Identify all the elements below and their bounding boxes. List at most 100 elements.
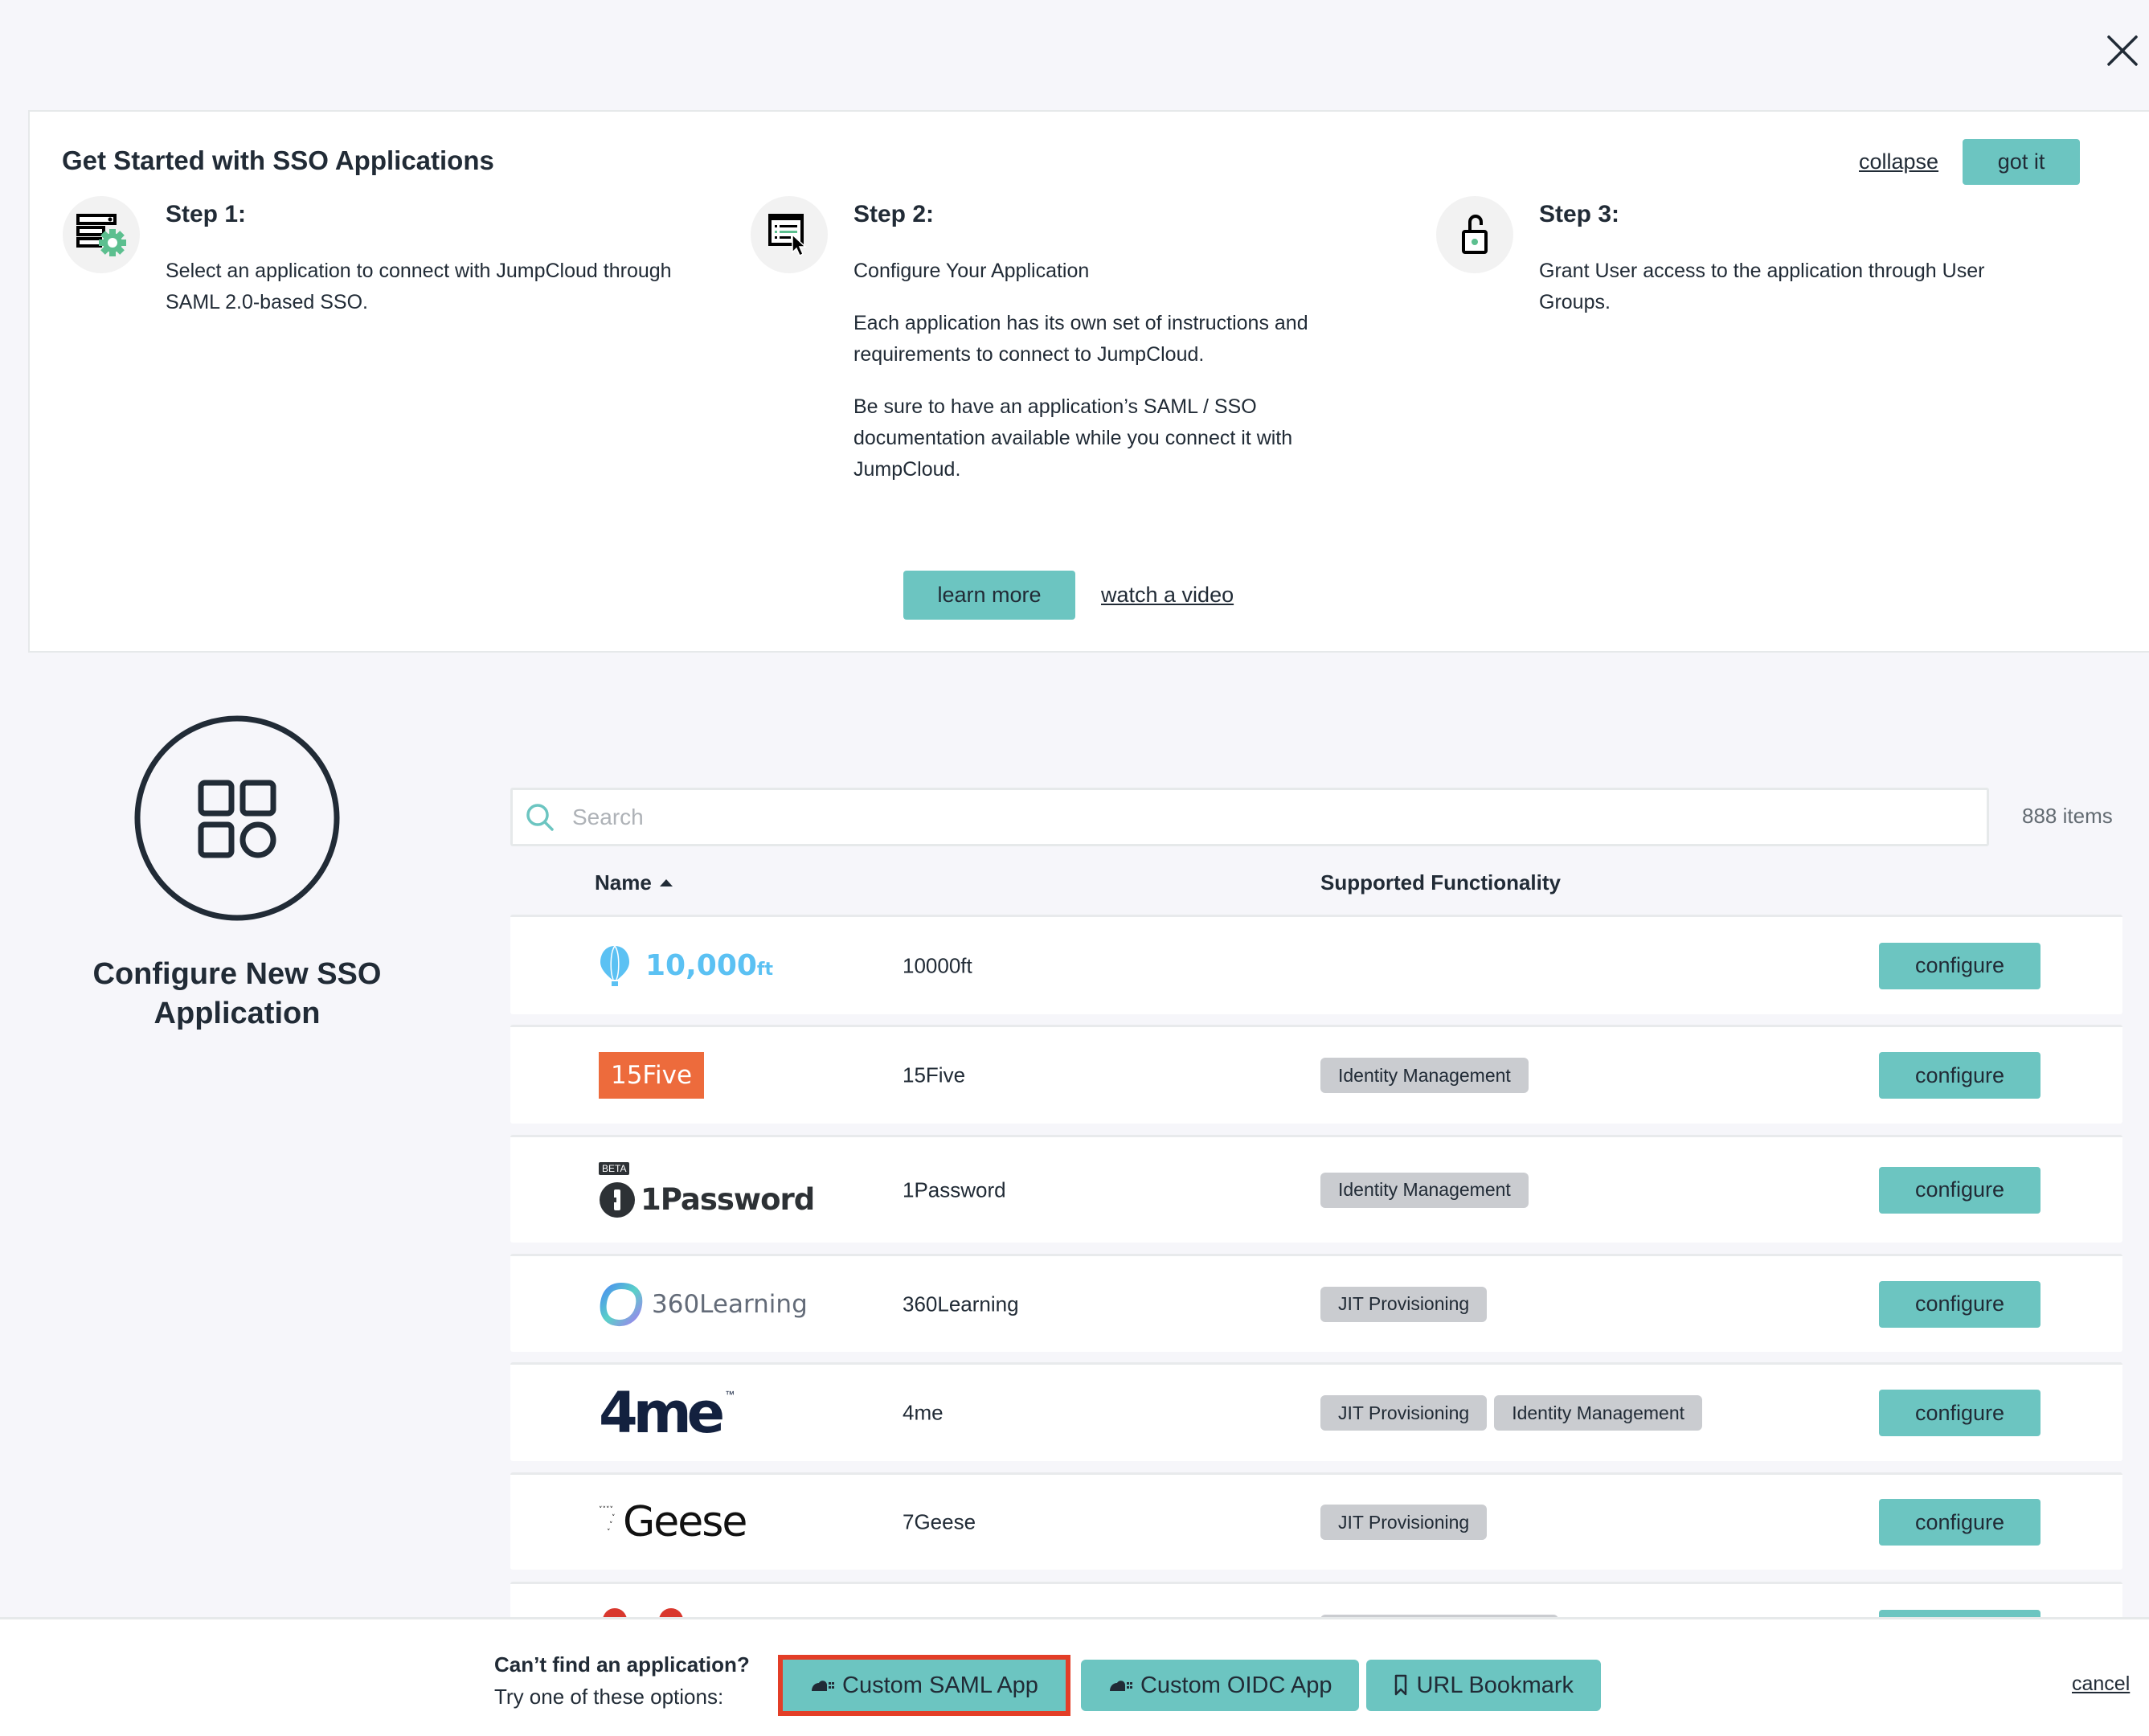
- tag: Identity Management: [1320, 1172, 1529, 1208]
- logo-text: 10,000: [645, 949, 757, 982]
- app-name: 15Five: [903, 1062, 966, 1087]
- app-name: 4me: [903, 1400, 944, 1425]
- button-label: Custom OIDC App: [1140, 1672, 1332, 1698]
- sort-ascending-icon: [659, 879, 673, 886]
- functionality-tags: Identity Management: [1320, 1172, 1529, 1208]
- logo-trademark: ™: [725, 1389, 735, 1400]
- item-count: 888 items: [2022, 804, 2113, 828]
- logo-text: 360Learning: [652, 1289, 808, 1319]
- search-icon: [526, 803, 554, 831]
- app-list: 10,000 ft 10000ft configure 15Five 15Fiv…: [510, 915, 2122, 1617]
- 360learning-ring-icon: [600, 1282, 643, 1326]
- footer-question: Can’t find an application?: [494, 1652, 750, 1677]
- step-paragraph: Select an application to connect with Ju…: [166, 260, 672, 313]
- footer-hint: Try one of these options:: [494, 1685, 724, 1709]
- app-logo-15five: 15Five: [599, 1052, 704, 1099]
- table-row-partial: [510, 1582, 2122, 1617]
- partial-logo-dot: [659, 1608, 683, 1617]
- table-row: 360Learning 360Learning JIT Provisioning…: [510, 1254, 2122, 1352]
- geese-seven-icon: ˅˅˅˅ ˅ ˅ ˅: [599, 1506, 616, 1537]
- step-2-text: Step 2: Configure Your Application Each …: [853, 196, 1376, 485]
- search-input[interactable]: [572, 804, 1987, 830]
- functionality-tags: JIT Provisioning Identity Management: [1320, 1395, 1702, 1431]
- step-3-icon-circle: [1436, 196, 1513, 273]
- partial-logo-dot: [603, 1608, 627, 1617]
- tag: Identity Management: [1494, 1395, 1702, 1431]
- left-panel: Configure New SSO Application: [0, 715, 474, 1034]
- cloud-app-icon: [1109, 1681, 1132, 1691]
- configure-button[interactable]: configure: [1879, 1390, 2041, 1436]
- banner-title: Get Started with SSO Applications: [62, 145, 494, 175]
- app-logo-4me: 4me ™: [599, 1380, 735, 1446]
- configure-button[interactable]: configure: [1879, 1499, 2041, 1546]
- table-row: 15Five 15Five Identity Management config…: [510, 1025, 2122, 1124]
- configure-button[interactable]: [1879, 1610, 2041, 1617]
- footer-buttons: Custom SAML App Custom OIDC App URL Book…: [778, 1655, 1602, 1716]
- banner-actions: collapse got it: [1859, 139, 2081, 185]
- custom-oidc-app-button[interactable]: Custom OIDC App: [1080, 1660, 1360, 1711]
- app-logo-360learning: 360Learning: [599, 1282, 808, 1327]
- functionality-tags: Identity Management: [1320, 1058, 1529, 1093]
- table-row: BETA 1Password 1Password Identity Manage…: [510, 1135, 2122, 1243]
- server-gear-icon: [76, 214, 126, 256]
- step-heading: Step 2:: [853, 201, 935, 227]
- learn-more-button[interactable]: learn more: [903, 571, 1075, 620]
- column-header-functionality: Supported Functionality: [1320, 870, 1561, 895]
- 1password-keyhole-icon: [600, 1181, 635, 1218]
- footer-bar: Can’t find an application? Try one of th…: [0, 1617, 2149, 1736]
- configure-button[interactable]: configure: [1879, 1166, 2041, 1214]
- app-logo-1password: BETA 1Password: [599, 1161, 815, 1218]
- got-it-button[interactable]: got it: [1963, 139, 2081, 185]
- left-panel-title: Configure New SSO Application: [92, 957, 382, 1030]
- functionality-tags: JIT Provisioning: [1320, 1505, 1488, 1540]
- close-button[interactable]: [2104, 32, 2141, 69]
- configure-button[interactable]: configure: [1879, 1052, 2041, 1099]
- step-1-text: Step 1: Select an application to connect…: [166, 196, 688, 318]
- table-row: 10,000 ft 10000ft configure: [510, 915, 2122, 1014]
- tag: JIT Provisioning: [1320, 1286, 1488, 1322]
- beta-badge: BETA: [599, 1161, 630, 1175]
- app-logo-7geese: ˅˅˅˅ ˅ ˅ ˅ Geese: [599, 1498, 747, 1546]
- configure-cursor-icon: [768, 214, 807, 257]
- cloud-app-icon: [812, 1681, 834, 1691]
- step-paragraph: Each application has its own set of inst…: [853, 312, 1308, 366]
- watch-video-link[interactable]: watch a video: [1101, 583, 1234, 608]
- custom-saml-app-button[interactable]: Custom SAML App: [778, 1655, 1070, 1716]
- list-header: Name Supported Functionality: [510, 870, 2122, 903]
- url-bookmark-button[interactable]: URL Bookmark: [1366, 1660, 1602, 1711]
- apps-grid-icon: [134, 715, 340, 921]
- footer-text: Can’t find an application? Try one of th…: [494, 1648, 750, 1713]
- column-header-name[interactable]: Name: [595, 870, 673, 895]
- app-name: 10000ft: [903, 953, 972, 977]
- search-box[interactable]: [510, 788, 1989, 846]
- step-heading: Step 3:: [1539, 201, 1620, 227]
- tag: JIT Provisioning: [1320, 1395, 1488, 1431]
- step-3-text: Step 3: Grant User access to the applica…: [1539, 196, 2061, 318]
- app-name: 7Geese: [903, 1509, 976, 1534]
- logo-text: 4me: [599, 1380, 725, 1446]
- step-1-icon-circle: [63, 196, 140, 273]
- functionality-tags: JIT Provisioning: [1320, 1286, 1488, 1322]
- banner-bottom-actions: learn more watch a video: [903, 571, 1234, 620]
- step-paragraph: Grant User access to the application thr…: [1539, 260, 1985, 313]
- logo-text: 1Password: [641, 1182, 815, 1217]
- table-row: 4me ™ 4me JIT Provisioning Identity Mana…: [510, 1362, 2122, 1461]
- configure-button[interactable]: configure: [1879, 1280, 2041, 1328]
- logo-box: 15Five: [599, 1052, 704, 1099]
- get-started-banner: Get Started with SSO Applications collap…: [28, 110, 2149, 653]
- svg-text:˅˅˅˅: ˅˅˅˅: [599, 1506, 613, 1514]
- cancel-link[interactable]: cancel: [2072, 1673, 2130, 1696]
- logo-text: 15Five: [610, 1061, 693, 1090]
- column-header-name-label: Name: [595, 870, 652, 895]
- step-heading: Step 1:: [166, 201, 247, 227]
- app-name: 1Password: [903, 1177, 1006, 1202]
- logo-text: Geese: [623, 1498, 747, 1546]
- bookmark-icon: [1395, 1674, 1407, 1696]
- configure-button[interactable]: configure: [1879, 942, 2041, 989]
- logo-suffix: ft: [756, 960, 774, 980]
- collapse-link[interactable]: collapse: [1859, 149, 1938, 174]
- app-logo-10000ft: 10,000 ft: [599, 944, 773, 988]
- table-row: ˅˅˅˅ ˅ ˅ ˅ Geese 7Geese JIT Provisioning…: [510, 1472, 2122, 1570]
- unlock-icon: [1462, 215, 1488, 254]
- step-paragraph: Be sure to have an application’s SAML / …: [853, 395, 1293, 481]
